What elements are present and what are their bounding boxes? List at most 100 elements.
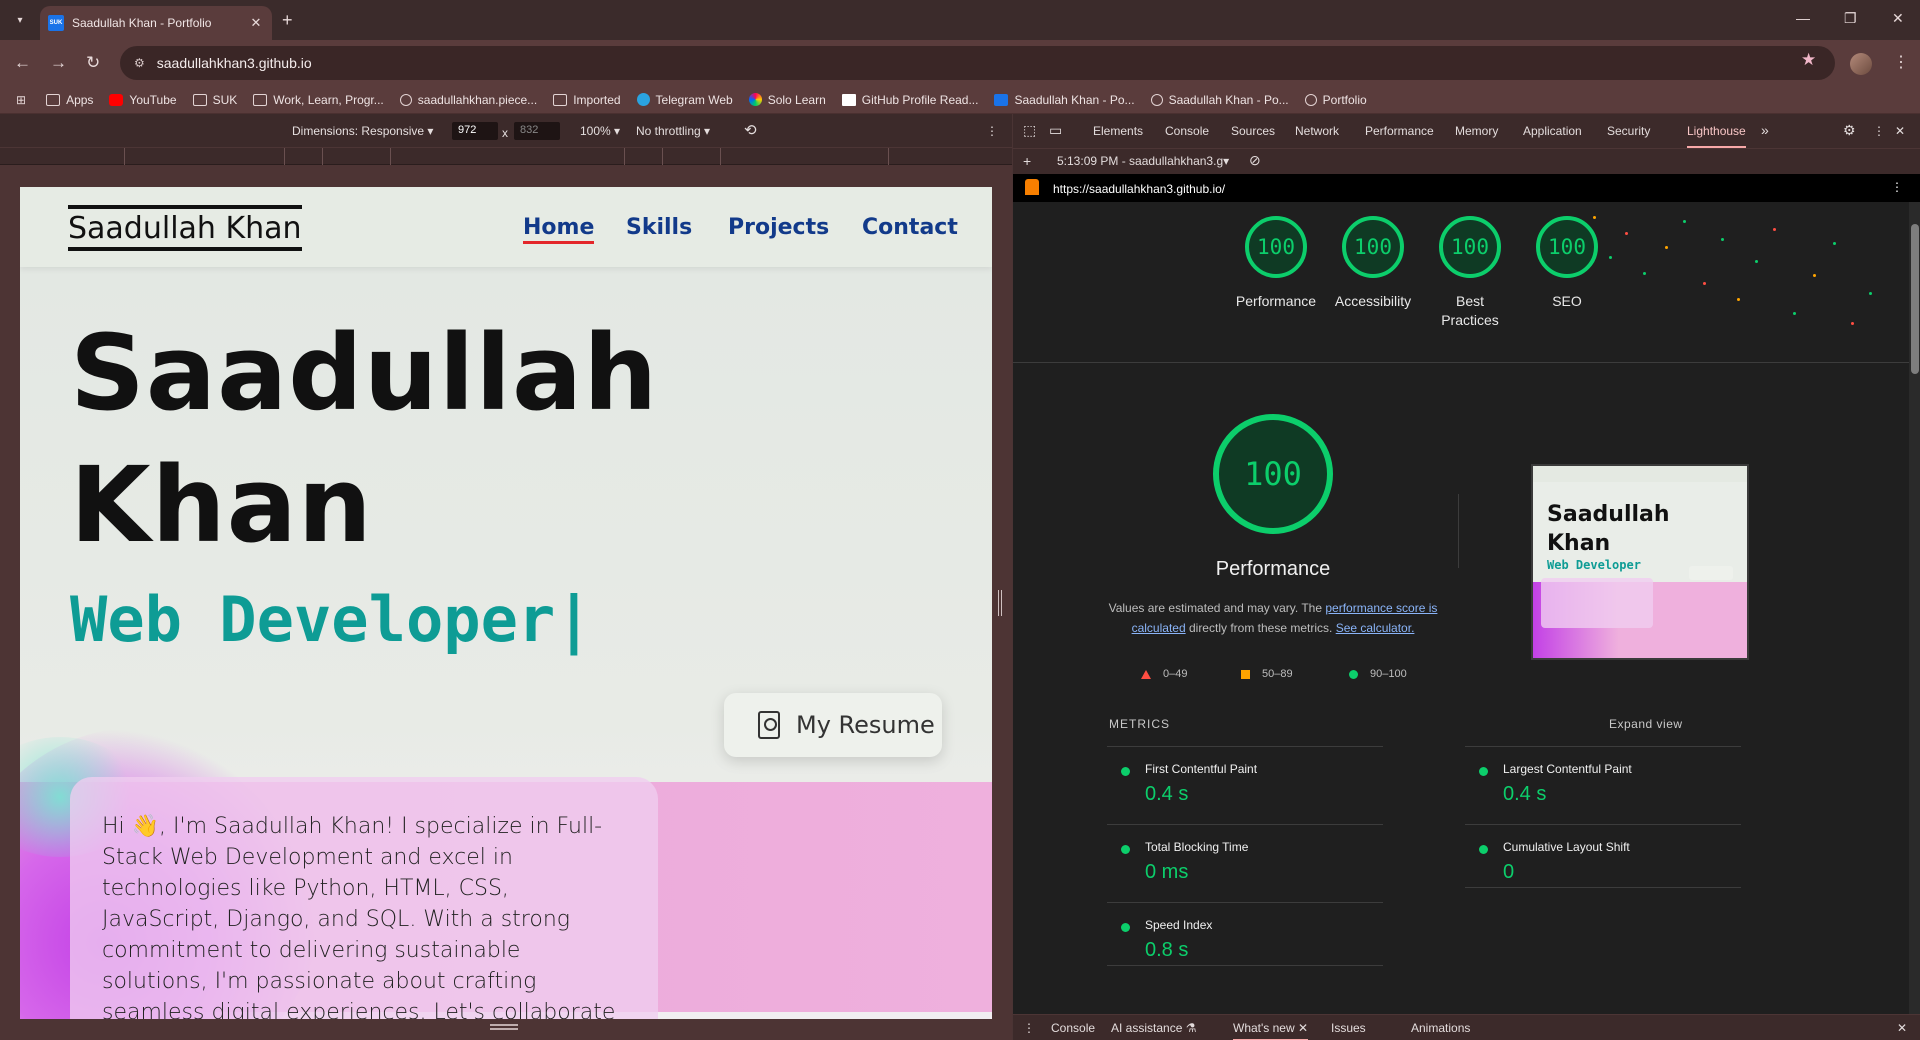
flask-icon: ⚗ [1185, 1021, 1197, 1035]
legend-average: 50–89 [1241, 668, 1293, 680]
site-logo[interactable]: Saadullah Khan [68, 205, 302, 251]
youtube-icon [109, 93, 124, 106]
new-tab-button[interactable]: + [282, 10, 293, 31]
metric-tbt: Total Blocking Time 0 ms [1107, 824, 1383, 888]
devtools-menu-icon[interactable]: ⋮ [1873, 124, 1885, 138]
legend-fail: 0–49 [1141, 668, 1187, 680]
globe-icon [1304, 93, 1317, 106]
avatar[interactable] [1850, 53, 1872, 75]
height-input[interactable]: 832 [514, 122, 560, 140]
nav-skills[interactable]: Skills [626, 215, 692, 240]
close-icon[interactable]: ✕ [248, 15, 264, 31]
minimize-icon[interactable]: — [1796, 10, 1810, 26]
site-info-icon[interactable]: ⚙ [134, 56, 145, 70]
throttling-dropdown[interactable]: No throttling ▾ [636, 124, 710, 138]
bookmark-item[interactable]: SUK [192, 93, 237, 107]
close-devtools-icon[interactable]: ✕ [1895, 124, 1905, 138]
devtools-drawer-tabs: ⋮ Console AI assistance ⚗ What's new ✕ I… [1013, 1014, 1920, 1040]
bookmark-item[interactable]: Solo Learn [748, 93, 826, 107]
bookmark-item[interactable]: Apps [46, 93, 93, 107]
final-screenshot[interactable]: Saadullah Khan Web Developer [1531, 464, 1749, 660]
tab-network[interactable]: Network [1295, 124, 1339, 138]
bookmark-item[interactable]: GitHub Profile Read... [841, 93, 978, 107]
bookmark-star-icon[interactable]: ★ [1801, 50, 1816, 70]
browser-tab[interactable]: SUK Saadullah Khan - Portfolio ✕ [40, 6, 272, 40]
media-query-ruler[interactable] [0, 148, 1012, 165]
browser-toolbar: ← → ↻ ⚙ saadullahkhan3.github.io ★ ⋮ [0, 40, 1920, 86]
bookmark-item[interactable]: Saadullah Khan - Po... [994, 93, 1135, 107]
close-window-icon[interactable]: ✕ [1892, 10, 1904, 27]
tab-console[interactable]: Console [1165, 124, 1209, 138]
score-gauge-seo[interactable]: 100 [1536, 216, 1598, 278]
clear-icon[interactable]: ⊘ [1249, 152, 1261, 169]
device-toolbar: Dimensions: Responsive ▾ 972 x 832 100% … [0, 114, 1012, 148]
calculator-link[interactable]: See calculator. [1336, 621, 1415, 635]
dimensions-dropdown[interactable]: Dimensions: Responsive ▾ [292, 124, 433, 138]
device-menu-icon[interactable]: ⋮ [986, 124, 998, 138]
score-gauge-accessibility[interactable]: 100 [1342, 216, 1404, 278]
ghp-icon [841, 93, 856, 106]
nav-contact[interactable]: Contact [862, 215, 958, 240]
drawer-tab-ai-assistance[interactable]: AI assistance ⚗ [1111, 1021, 1196, 1035]
back-icon[interactable]: ← [14, 53, 31, 73]
rotate-icon[interactable]: ⟲ [744, 121, 757, 139]
bookmark-item[interactable]: Imported [553, 93, 621, 107]
resize-handle-right[interactable] [998, 590, 1002, 616]
pass-dot-icon [1479, 767, 1488, 776]
bookmark-item[interactable]: Work, Learn, Progr... [253, 93, 384, 107]
tab-lighthouse[interactable]: Lighthouse [1687, 124, 1746, 148]
close-drawer-icon[interactable]: ✕ [1897, 1021, 1907, 1035]
more-tabs-icon[interactable]: » [1761, 122, 1769, 138]
device-toggle-icon[interactable]: ▭ [1049, 122, 1062, 139]
close-icon[interactable]: ✕ [1298, 1021, 1308, 1035]
divider [1458, 494, 1459, 568]
drawer-tab-console[interactable]: Console [1051, 1021, 1095, 1035]
zoom-dropdown[interactable]: 100% ▾ [580, 124, 620, 138]
bookmarks-bar: ⊞ Apps YouTube SUK Work, Learn, Progr...… [0, 86, 1920, 114]
scrollbar-thumb[interactable] [1911, 224, 1919, 374]
settings-gear-icon[interactable]: ⚙ [1843, 122, 1856, 139]
bookmark-item[interactable]: Saadullah Khan - Po... [1150, 93, 1289, 107]
bookmark-item[interactable]: saadullahkhan.piece... [399, 93, 537, 107]
nav-projects[interactable]: Projects [728, 215, 829, 240]
new-report-icon[interactable]: + [1023, 153, 1031, 169]
drawer-tab-issues[interactable]: Issues [1331, 1021, 1366, 1035]
score-gauge-best-practices[interactable]: 100 [1439, 216, 1501, 278]
expand-view-toggle[interactable]: Expand view [1609, 717, 1683, 731]
score-gauge-performance[interactable]: 100 [1245, 216, 1307, 278]
resume-button[interactable]: My Resume [724, 693, 942, 757]
width-input[interactable]: 972 [452, 122, 498, 140]
drawer-menu-icon[interactable]: ⋮ [1023, 1021, 1035, 1035]
score-label-accessibility: Accessibility [1334, 293, 1412, 309]
address-bar[interactable]: ⚙ saadullahkhan3.github.io [120, 46, 1835, 80]
inspect-icon[interactable]: ⬚ [1023, 122, 1036, 139]
chevron-down-icon: ▾ [17, 14, 23, 26]
menu-icon[interactable]: ⋮ [1893, 52, 1909, 72]
tab-performance[interactable]: Performance [1365, 124, 1434, 138]
forward-icon[interactable]: → [50, 53, 67, 73]
drawer-tab-whats-new[interactable]: What's new ✕ [1233, 1021, 1309, 1040]
drawer-tab-animations[interactable]: Animations [1411, 1021, 1470, 1035]
report-scrollbar[interactable] [1909, 202, 1920, 1014]
resume-icon [758, 711, 780, 739]
typing-caret: | [555, 583, 593, 656]
report-menu-icon[interactable]: ⋮ [1891, 180, 1903, 194]
bookmark-item[interactable]: Portfolio [1304, 93, 1367, 107]
bookmark-item[interactable]: YouTube [109, 93, 177, 107]
report-selector[interactable]: 5:13:09 PM - saadullahkhan3.g▾ [1057, 154, 1229, 168]
resize-handle-bottom[interactable] [490, 1024, 518, 1030]
tab-application[interactable]: Application [1523, 124, 1582, 138]
bookmark-item[interactable]: Telegram Web [636, 93, 733, 107]
reload-icon[interactable]: ↻ [86, 53, 100, 73]
triangle-icon [1141, 669, 1151, 679]
tab-sources[interactable]: Sources [1231, 124, 1275, 138]
restore-icon[interactable]: ❐ [1844, 10, 1857, 27]
telegram-icon [636, 93, 650, 106]
tab-search-button[interactable]: ▾ [8, 8, 32, 32]
apps-grid-icon[interactable]: ⊞ [16, 93, 26, 107]
tab-elements[interactable]: Elements [1093, 124, 1143, 138]
report-url[interactable]: https://saadullahkhan3.github.io/ [1053, 182, 1225, 196]
tab-memory[interactable]: Memory [1455, 124, 1498, 138]
tab-security[interactable]: Security [1607, 124, 1650, 138]
nav-home[interactable]: Home [523, 215, 595, 244]
